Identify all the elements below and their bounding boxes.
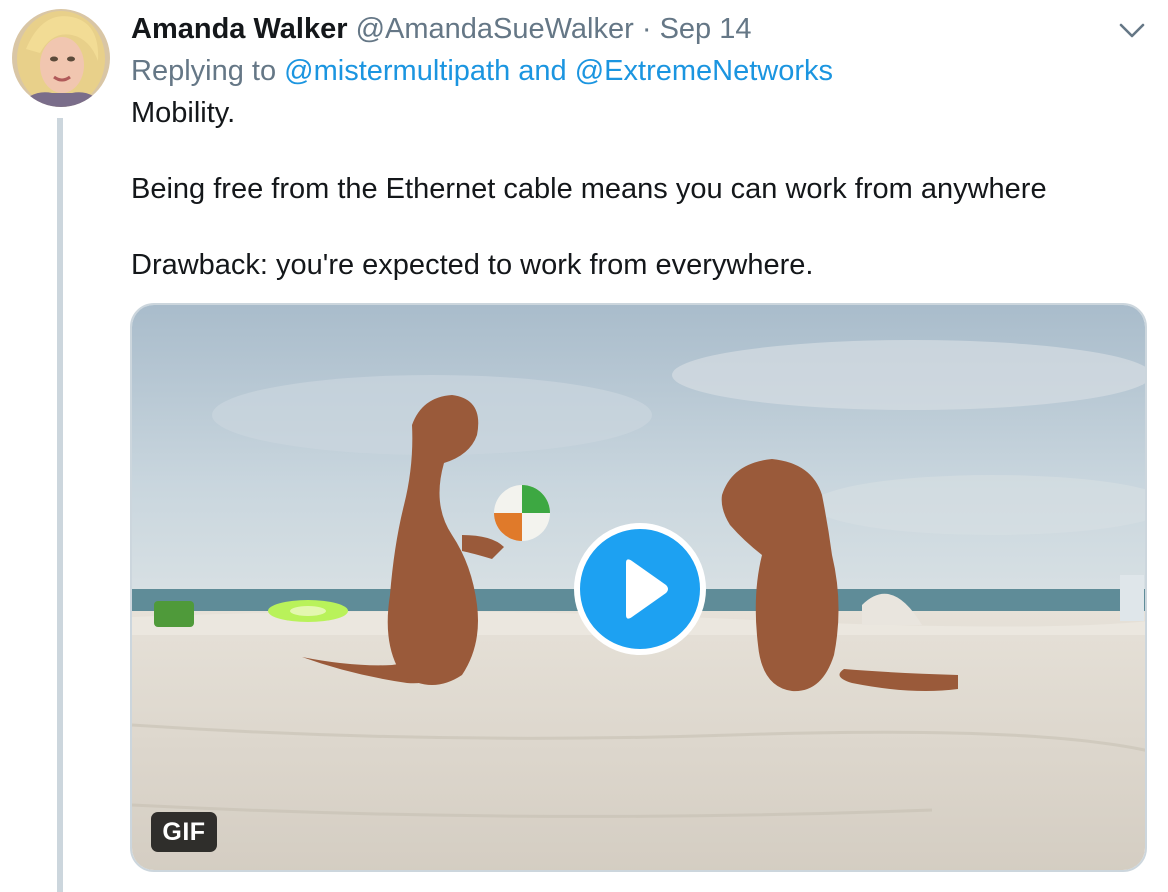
tweet-text-line: Being free from the Ethernet cable means… xyxy=(131,173,1047,205)
thread-line xyxy=(57,118,63,892)
mention-link-1[interactable]: @mistermultipath xyxy=(284,55,510,87)
tweet-header: Amanda Walker @AmandaSueWalker · Sep 14 xyxy=(131,9,752,49)
author-name[interactable]: Amanda Walker xyxy=(131,13,348,45)
play-icon xyxy=(626,559,668,619)
avatar-image xyxy=(12,9,110,107)
media-gif[interactable]: GIF xyxy=(130,303,1147,872)
separator-dot: · xyxy=(641,13,652,45)
chevron-down-icon[interactable] xyxy=(1117,18,1147,42)
tweet-date[interactable]: Sep 14 xyxy=(660,13,752,45)
mention-joiner[interactable]: and xyxy=(518,55,566,87)
author-handle[interactable]: @AmandaSueWalker xyxy=(356,13,634,45)
replying-prefix: Replying to xyxy=(131,55,277,87)
play-button[interactable] xyxy=(574,523,706,655)
tweet-text-line: Mobility. xyxy=(131,97,236,129)
gif-badge: GIF xyxy=(151,812,217,852)
mention-link-2[interactable]: @ExtremeNetworks xyxy=(575,55,833,87)
replying-to: Replying to @mistermultipath and @Extrem… xyxy=(131,51,833,91)
avatar[interactable] xyxy=(12,9,110,107)
tweet[interactable]: Amanda Walker @AmandaSueWalker · Sep 14 … xyxy=(0,0,1168,892)
tweet-text-line: Drawback: you're expected to work from e… xyxy=(131,249,814,281)
